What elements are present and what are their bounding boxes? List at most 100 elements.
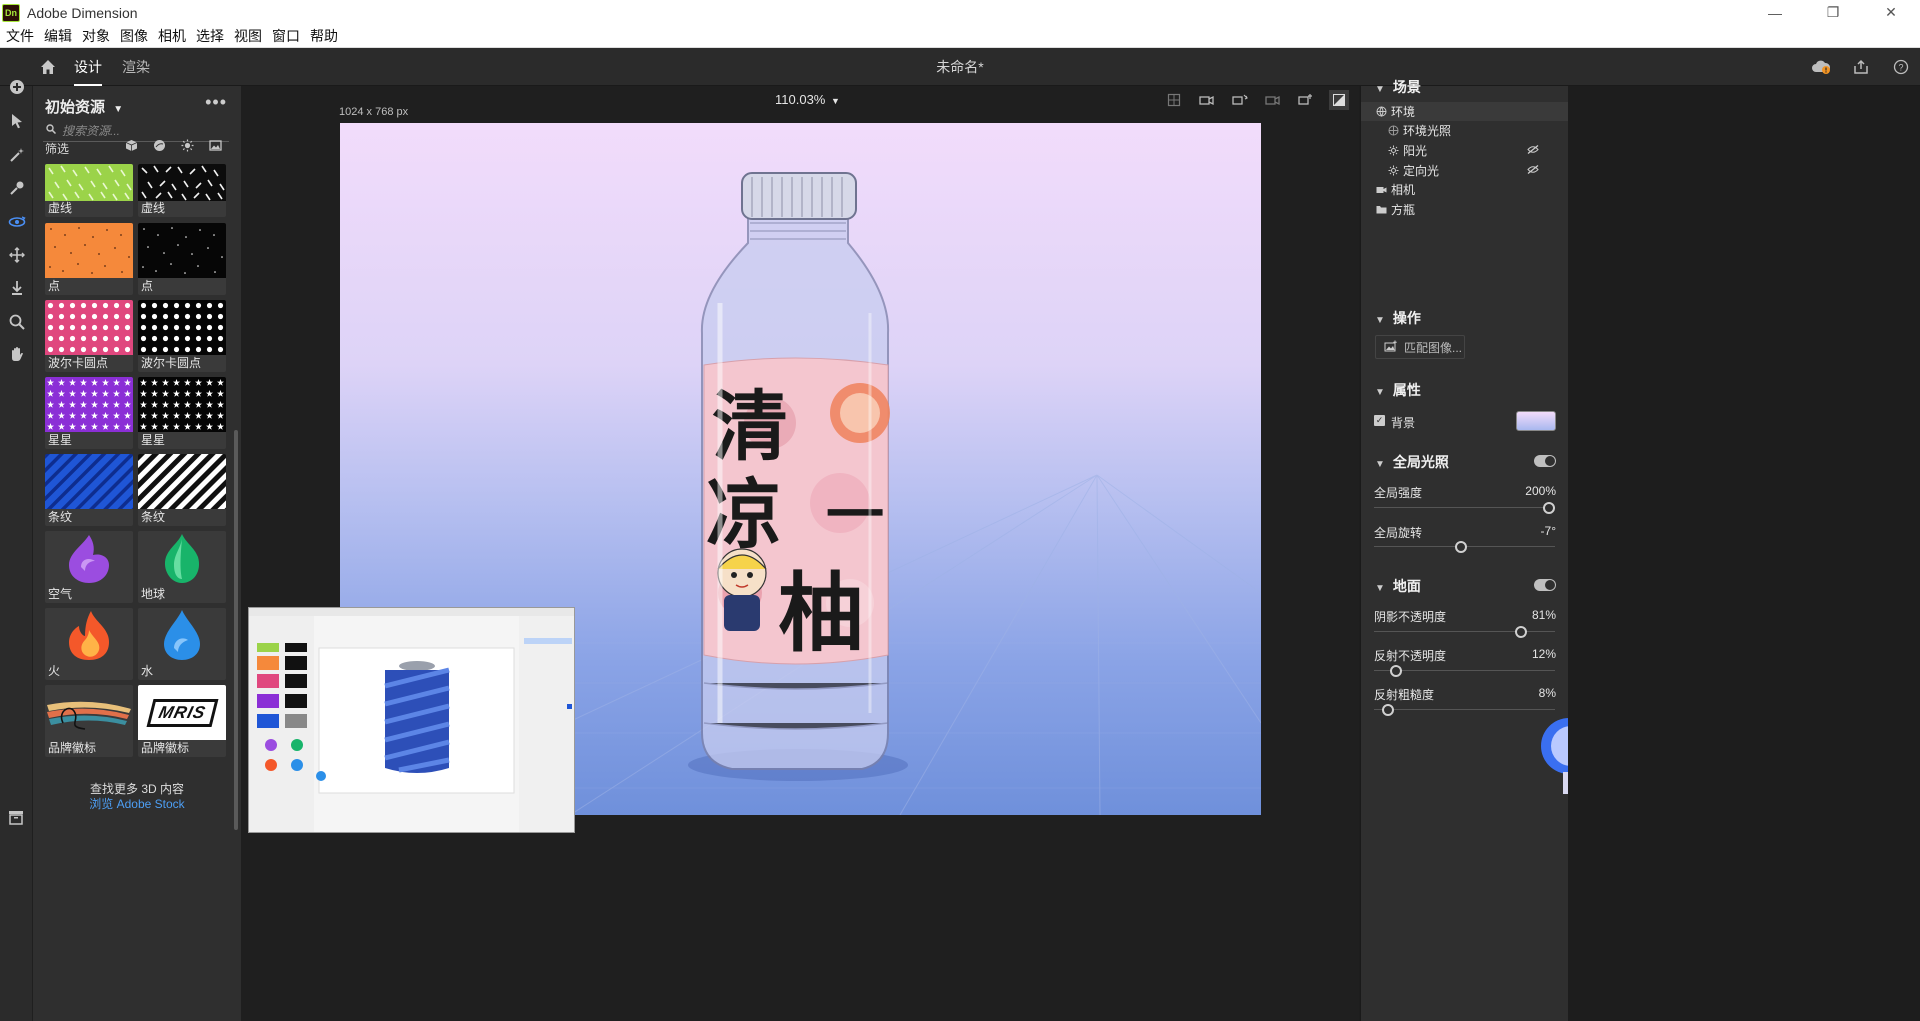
image-filter-icon[interactable] <box>208 138 223 153</box>
slider-knob[interactable] <box>1543 502 1555 514</box>
properties-title: 属性 <box>1392 382 1421 398</box>
asset-card[interactable]: 水 <box>138 608 226 680</box>
global-rotation-slider[interactable] <box>1374 541 1555 553</box>
assistant-orb-icon[interactable] <box>1537 716 1569 796</box>
actions-section-header[interactable]: ▼ 操作 <box>1375 308 1421 328</box>
properties-section-header[interactable]: ▼ 属性 <box>1375 380 1421 400</box>
render-preview-icon[interactable] <box>1329 90 1349 110</box>
cloud-sync-icon[interactable] <box>1810 56 1832 78</box>
restore-button[interactable]: ❐ <box>1804 0 1862 25</box>
light-filter-icon[interactable] <box>180 138 195 153</box>
camera-view-3-icon[interactable] <box>1263 90 1283 110</box>
scene-section-header[interactable]: ▼ 场景 <box>1375 77 1421 97</box>
minimize-button[interactable]: — <box>1746 0 1804 25</box>
shadow-opacity-slider[interactable] <box>1374 626 1555 638</box>
zoom-level[interactable]: 110.03% ▼ <box>775 92 840 107</box>
tree-label: 环境光照 <box>1403 124 1452 138</box>
camera-view-4-icon[interactable] <box>1296 90 1316 110</box>
dolly-icon[interactable] <box>6 277 28 299</box>
share-icon[interactable] <box>1850 56 1872 78</box>
tab-render[interactable]: 渲染 <box>122 48 150 86</box>
slider-knob[interactable] <box>1515 626 1527 638</box>
camera-view-1-icon[interactable] <box>1197 90 1217 110</box>
menu-view[interactable]: 视图 <box>234 26 262 46</box>
visibility-hidden-icon[interactable] <box>1527 144 1539 157</box>
visibility-hidden-icon[interactable] <box>1527 164 1539 177</box>
ground-toggle[interactable] <box>1534 579 1556 591</box>
orbit-icon[interactable] <box>6 211 28 233</box>
scene-item-environment[interactable]: 环境 <box>1361 102 1569 121</box>
tab-design[interactable]: 设计 <box>74 48 102 86</box>
reflection-opacity-slider[interactable] <box>1374 665 1555 677</box>
pan-icon[interactable] <box>6 244 28 266</box>
asset-card[interactable]: 星星 <box>45 377 133 449</box>
menu-camera[interactable]: 相机 <box>158 26 186 46</box>
menu-select[interactable]: 选择 <box>196 26 224 46</box>
match-image-label: 匹配图像... <box>1404 340 1463 355</box>
scene-item-square-bottle[interactable]: 方瓶 <box>1361 200 1569 219</box>
label-char-1: 清 <box>712 382 788 471</box>
slider-knob[interactable] <box>1390 665 1402 677</box>
close-button[interactable]: ✕ <box>1862 0 1920 25</box>
filter-label: 筛选 <box>45 142 70 156</box>
scene-item-environment-light[interactable]: 环境光照 <box>1361 121 1569 140</box>
browse-stock-link[interactable]: 浏览 Adobe Stock <box>33 795 241 812</box>
assets-title[interactable]: 初始资源 ▼ <box>45 96 123 117</box>
asset-card[interactable]: 火 <box>45 608 133 680</box>
dash-green-thumbnail <box>45 164 133 201</box>
menu-image[interactable]: 图像 <box>120 26 148 46</box>
scene-item-camera[interactable]: 相机 <box>1361 180 1569 199</box>
menu-window[interactable]: 窗口 <box>272 26 300 46</box>
sampler-icon[interactable] <box>6 177 28 199</box>
chevron-down-icon: ▼ <box>1375 315 1385 326</box>
hand-icon[interactable] <box>6 343 28 365</box>
background-checkbox[interactable]: ✓ <box>1374 415 1385 426</box>
home-icon[interactable] <box>38 57 58 77</box>
asset-card[interactable]: 点 <box>138 223 226 295</box>
asset-label: 地球 <box>141 587 166 601</box>
help-icon[interactable]: ? <box>1890 56 1912 78</box>
assets-scrollbar[interactable] <box>234 430 238 830</box>
asset-card[interactable]: 条纹 <box>45 454 133 526</box>
water-drop-thumbnail <box>138 608 226 663</box>
asset-card[interactable]: 虚线 <box>138 164 226 217</box>
menu-edit[interactable]: 编辑 <box>44 26 72 46</box>
slider-knob[interactable] <box>1382 704 1394 716</box>
camera-view-2-icon[interactable] <box>1230 90 1250 110</box>
search-input[interactable] <box>62 123 222 138</box>
magic-wand-icon[interactable] <box>6 144 28 166</box>
asset-card[interactable]: 波尔卡圆点 <box>45 300 133 372</box>
add-icon[interactable] <box>6 76 28 98</box>
zoom-icon[interactable] <box>6 311 28 333</box>
select-icon[interactable] <box>6 110 28 132</box>
asset-card[interactable]: 地球 <box>138 531 226 603</box>
frame-icon[interactable] <box>1164 90 1184 110</box>
asset-card[interactable]: 品牌徽标 <box>45 685 133 757</box>
material-filter-icon[interactable] <box>152 138 167 153</box>
asset-card[interactable]: 虚线 <box>45 164 133 217</box>
reflection-roughness-slider[interactable] <box>1374 704 1555 716</box>
match-image-button[interactable]: 匹配图像... <box>1375 335 1465 359</box>
scene-item-directional-light[interactable]: 定向光 <box>1361 161 1569 180</box>
title-bar: Dn Adobe Dimension — ❐ ✕ <box>0 0 1920 25</box>
ground-header[interactable]: ▼ 地面 <box>1375 576 1421 596</box>
asset-card[interactable]: 条纹 <box>138 454 226 526</box>
model-filter-icon[interactable] <box>124 138 139 153</box>
asset-card[interactable]: MRIS 品牌徽标 <box>138 685 226 757</box>
more-options-icon[interactable]: ••• <box>205 92 227 113</box>
asset-card[interactable]: 点 <box>45 223 133 295</box>
slider-knob[interactable] <box>1455 541 1467 553</box>
asset-card[interactable]: 星星 <box>138 377 226 449</box>
background-color-swatch[interactable] <box>1516 411 1556 431</box>
asset-card[interactable]: 空气 <box>45 531 133 603</box>
global-lighting-toggle[interactable] <box>1534 455 1556 467</box>
global-lighting-header[interactable]: ▼ 全局光照 <box>1375 452 1449 472</box>
menu-object[interactable]: 对象 <box>82 26 110 46</box>
tools-panel <box>0 80 33 1021</box>
menu-file[interactable]: 文件 <box>6 26 34 46</box>
global-intensity-slider[interactable] <box>1374 502 1555 514</box>
scene-item-sunlight[interactable]: 阳光 <box>1361 141 1569 160</box>
library-icon[interactable] <box>8 809 24 825</box>
menu-help[interactable]: 帮助 <box>310 26 338 46</box>
asset-card[interactable]: 波尔卡圆点 <box>138 300 226 372</box>
